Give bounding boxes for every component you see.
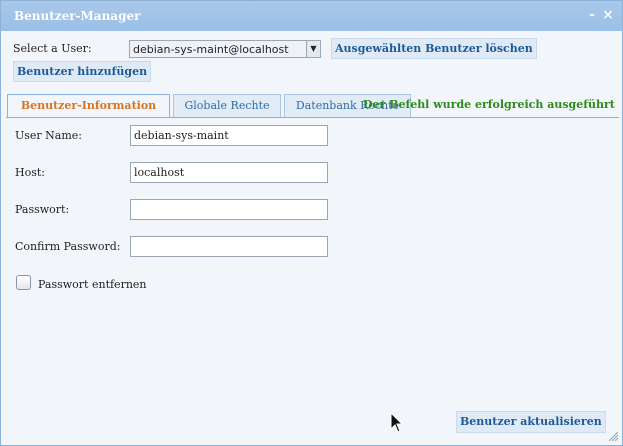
status-message: Der Befehl wurde erfolgreich ausgeführt <box>363 98 615 111</box>
user-manager-window: Benutzer-Manager - × Select a User: debi… <box>0 0 623 446</box>
username-label: User Name: <box>15 129 83 142</box>
tab-user-information[interactable]: Benutzer-Information <box>7 94 170 118</box>
password-field[interactable] <box>130 199 328 220</box>
delete-user-button[interactable]: Ausgewählten Benutzer löschen <box>331 38 537 59</box>
resize-grip-icon[interactable] <box>608 431 618 441</box>
add-user-button[interactable]: Benutzer hinzufügen <box>13 61 152 82</box>
update-user-button[interactable]: Benutzer aktualisieren <box>456 411 606 433</box>
host-label: Host: <box>15 166 45 179</box>
remove-password-label: Passwort entfernen <box>38 278 147 291</box>
close-button[interactable]: × <box>601 7 615 23</box>
mouse-cursor-icon <box>390 412 404 433</box>
confirm-password-field[interactable] <box>130 236 328 257</box>
minimize-button[interactable]: - <box>585 7 599 23</box>
confirm-password-label: Confirm Password: <box>15 240 121 253</box>
chevron-down-icon[interactable]: ▼ <box>306 41 320 57</box>
user-select[interactable]: debian-sys-maint@localhost ▼ <box>129 40 321 58</box>
password-label: Passwort: <box>15 203 70 216</box>
username-field[interactable]: debian-sys-maint <box>130 125 328 146</box>
host-field[interactable]: localhost <box>130 162 328 183</box>
select-user-label: Select a User: <box>13 42 92 55</box>
user-select-value: debian-sys-maint@localhost <box>133 43 289 56</box>
tab-global-rights[interactable]: Globale Rechte <box>173 94 281 117</box>
remove-password-checkbox[interactable] <box>16 275 31 290</box>
title-bar[interactable]: Benutzer-Manager - × <box>1 1 622 31</box>
window-title: Benutzer-Manager <box>14 9 141 23</box>
